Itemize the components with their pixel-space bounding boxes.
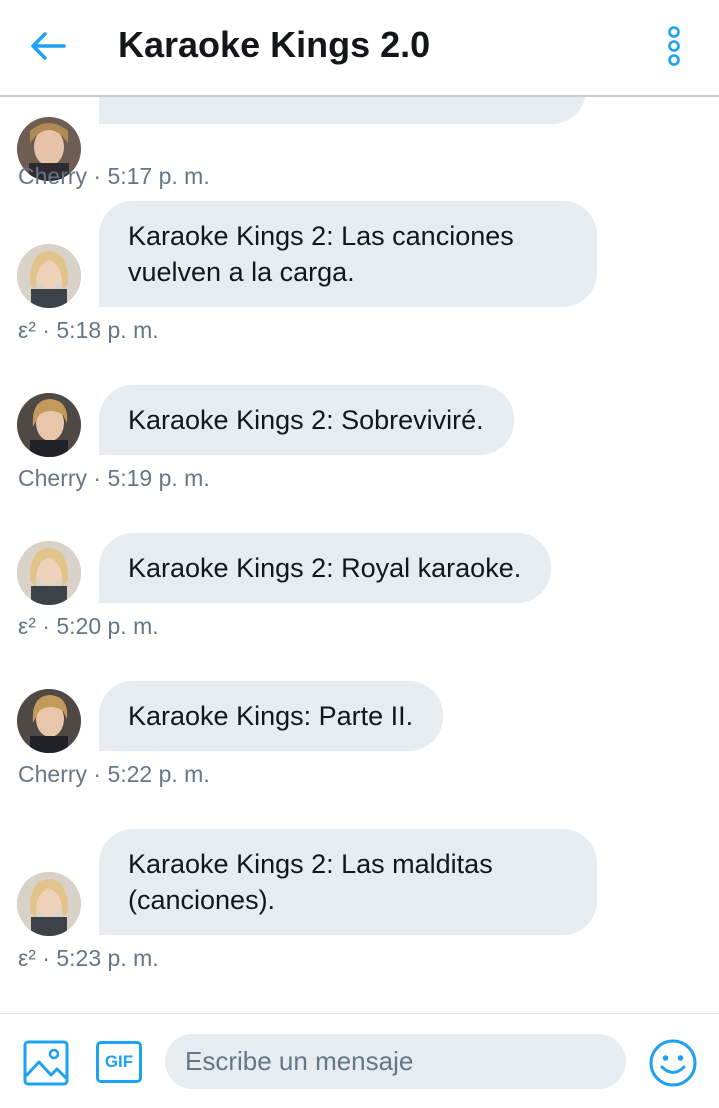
more-options-button[interactable] — [664, 26, 684, 68]
message-meta: Cherry · 5:19 p. m. — [18, 465, 210, 491]
message-bubble[interactable]: Karaoke Kings 2: Las canciones vuelven a… — [99, 201, 597, 307]
avatar-user[interactable] — [17, 872, 81, 936]
message-bubble[interactable]: Karaoke Kings 2: Las malditas (canciones… — [99, 829, 597, 935]
image-icon — [23, 1040, 69, 1086]
add-photo-button[interactable] — [23, 1040, 69, 1086]
smiley-icon — [649, 1039, 697, 1087]
back-button[interactable] — [28, 30, 66, 62]
avatar-user[interactable] — [17, 541, 81, 605]
avatar-cherry[interactable] — [17, 393, 81, 457]
gif-button[interactable]: GIF — [96, 1041, 142, 1083]
avatar-user[interactable] — [17, 244, 81, 308]
message-composer: GIF — [0, 1013, 719, 1108]
message-input[interactable] — [165, 1034, 626, 1089]
message-meta: Cherry · 5:17 p. m. — [18, 163, 210, 189]
emoji-button[interactable] — [648, 1038, 698, 1088]
message-bubble[interactable]: Karaoke Kings: Parte II. — [99, 681, 444, 751]
message-meta: ε² · 5:18 p. m. — [18, 317, 159, 343]
message-bubble[interactable]: Karaoke Kings 2: Sobreviviré. — [99, 385, 514, 455]
arrow-left-icon — [31, 32, 66, 60]
message-bubble[interactable] — [99, 97, 586, 124]
message-meta: Cherry · 5:22 p. m. — [18, 761, 210, 787]
message-meta: ε² · 5:23 p. m. — [18, 945, 159, 971]
more-vertical-icon — [668, 26, 680, 66]
conversation-header: Karaoke Kings 2.0 — [0, 0, 719, 97]
message-meta: ε² · 5:20 p. m. — [18, 613, 159, 639]
avatar-cherry[interactable] — [17, 689, 81, 753]
message-list[interactable]: Cherry · 5:17 p. m. Karaoke Kings 2: Las… — [0, 97, 719, 1013]
message-bubble[interactable]: Karaoke Kings 2: Royal karaoke. — [99, 533, 552, 603]
conversation-title: Karaoke Kings 2.0 — [118, 24, 431, 65]
